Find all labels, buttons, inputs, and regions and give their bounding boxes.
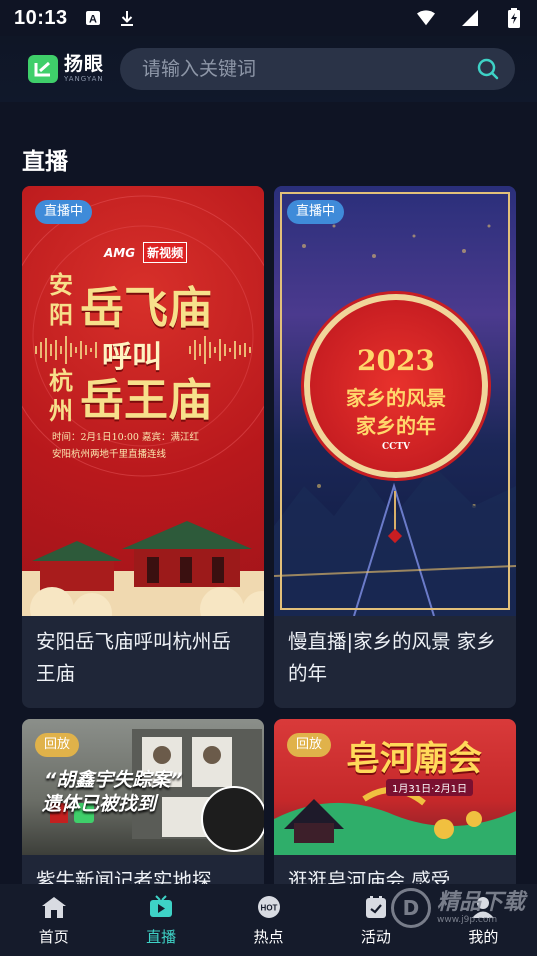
art-info: 时间：2月1日10:00 嘉宾：满江红 安阳杭州两地千里直播连线	[52, 429, 252, 463]
live-badge: 直播中	[35, 200, 93, 224]
search-bar[interactable]	[120, 48, 515, 90]
section-title: 直播	[22, 149, 68, 175]
watermark-logo-icon: D	[390, 888, 431, 928]
art-side-text-2: 杭州	[49, 366, 73, 425]
temple-illustration	[22, 521, 264, 616]
signal-icon	[461, 9, 479, 27]
status-time: 10:13	[14, 6, 68, 29]
live-badge: 直播中	[287, 200, 345, 224]
a-notification-icon: A	[84, 9, 102, 27]
tab-live[interactable]: 直播	[107, 884, 214, 956]
wifi-icon	[417, 9, 435, 27]
search-input[interactable]	[142, 58, 475, 80]
art-headline-2: 遗体已被找到	[42, 793, 157, 815]
site-watermark: D 精品下载 www.j9p.com	[390, 888, 525, 928]
activity-icon	[362, 894, 390, 920]
svg-text:A: A	[89, 14, 97, 26]
download-icon	[118, 9, 136, 27]
status-bar: 10:13 A	[0, 0, 537, 36]
svg-text:HOT: HOT	[260, 903, 277, 912]
logo-mark-icon	[28, 55, 58, 83]
cctv-logo: CCTV	[381, 442, 410, 452]
app-header: 扬眼 YANGYAN	[0, 36, 537, 102]
medal-line-2: 家乡的年	[356, 414, 436, 438]
card-title[interactable]: 安阳岳飞庙呼叫杭州岳王庙	[22, 616, 264, 708]
broadcaster-logos: AMG 新视频	[104, 242, 188, 263]
logo-subtext: YANGYAN	[64, 75, 104, 83]
live-thumbnail[interactable]: 直播中 AMG 新视频 安阳 岳飞庙 呼叫 杭州 岳王庙 时间：2月1日10:0…	[22, 186, 264, 616]
tab-label: 热点	[253, 927, 284, 946]
tab-label: 直播	[146, 927, 177, 946]
hot-icon: HOT	[255, 894, 283, 920]
medal-line-1: 家乡的风景	[346, 386, 446, 410]
live-card[interactable]: 直播中 AMG 新视频 安阳 岳飞庙 呼叫 杭州 岳王庙 时间：2月1日10:0…	[22, 186, 264, 708]
art-headline-1: 岳飞庙	[80, 283, 212, 334]
tab-hot[interactable]: HOT 热点	[215, 884, 322, 956]
watermark-url: www.j9p.com	[436, 914, 498, 925]
medal-year: 2023	[357, 344, 435, 377]
art-headline-2: 岳王庙	[80, 375, 212, 426]
amg-logo: AMG	[104, 245, 136, 260]
home-icon	[40, 894, 68, 920]
logo-text: 扬眼	[64, 53, 105, 75]
art-info-line-1: 时间：2月1日10:00 嘉宾：满江红	[52, 432, 199, 443]
battery-charging-icon	[505, 8, 523, 28]
watermark-text: 精品下载	[436, 889, 525, 915]
art-headline-1: “胡鑫宇失踪案”	[44, 769, 183, 791]
art-side-text: 安阳	[49, 270, 73, 329]
replay-badge: 回放	[35, 733, 80, 757]
art-headline: 皂河廟会	[346, 739, 482, 779]
tab-label: 我的	[468, 927, 499, 946]
replay-badge: 回放	[287, 733, 332, 757]
live-card[interactable]: 直播中 2023 家乡的风景 家乡的年 CCTV 慢直播|家乡的风景 家乡的年	[274, 186, 516, 708]
app-logo[interactable]: 扬眼 YANGYAN	[28, 55, 116, 83]
tab-label: 首页	[38, 927, 69, 946]
art-info-line-2: 安阳杭州两地千里直播连线	[52, 449, 167, 460]
card-title[interactable]: 慢直播|家乡的风景 家乡的年	[274, 616, 516, 708]
tab-label: 活动	[360, 927, 391, 946]
search-icon[interactable]	[475, 56, 501, 82]
live-thumbnail[interactable]: 直播中 2023 家乡的风景 家乡的年 CCTV	[274, 186, 516, 616]
art-date: 1月31日·2月1日	[386, 779, 473, 796]
video-logo: 新视频	[143, 242, 188, 263]
replay-thumbnail[interactable]: 回放 皂河廟会 1月31日·2月1日	[274, 719, 516, 855]
replay-thumbnail[interactable]: 回放 “胡鑫宇失踪案” 遗体已被找到	[22, 719, 264, 855]
festival-medal: 2023 家乡的风景 家乡的年 CCTV	[304, 294, 488, 478]
tv-icon	[147, 894, 175, 920]
tab-home[interactable]: 首页	[0, 884, 107, 956]
